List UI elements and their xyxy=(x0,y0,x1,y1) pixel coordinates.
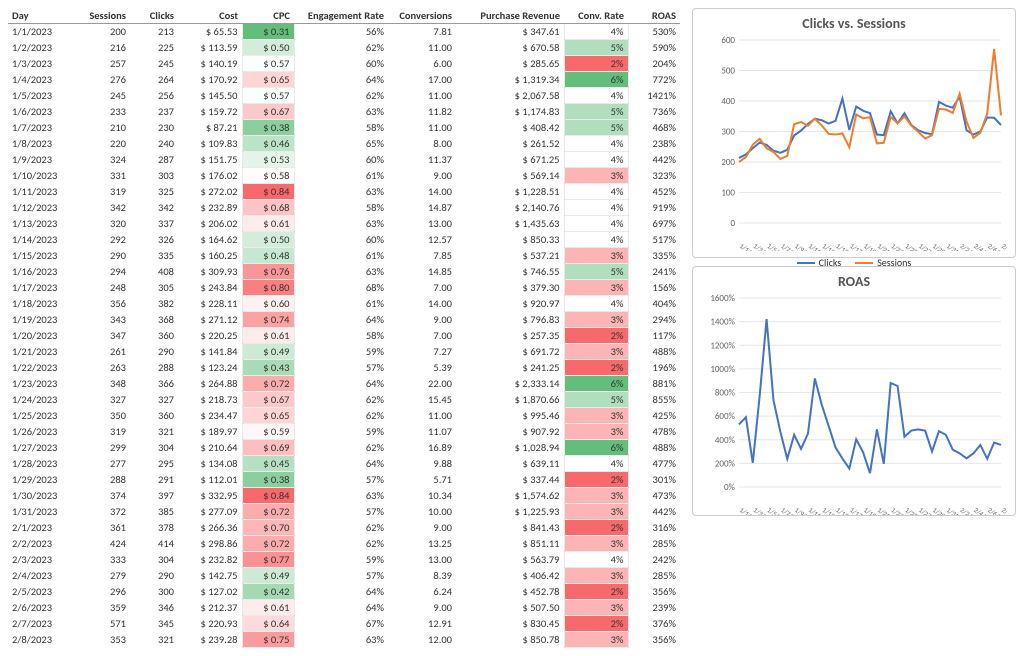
table-row: 1/12/2023342342$ 232.89$ 0.6858%14.87$ 2… xyxy=(8,200,680,216)
table-row: 1/26/2023319321$ 189.97$ 0.5959%11.07$ 9… xyxy=(8,424,680,440)
chart-roas: ROAS 0% 200% 400% 600% 800% 1000% 1200% 1400% 16… xyxy=(692,266,1016,516)
table-row: 1/7/2023210230$ 87.21$ 0.3858%11.00$ 408… xyxy=(8,120,680,136)
table-row: 2/2/2023424414$ 298.86$ 0.7262%13.25$ 85… xyxy=(8,536,680,552)
svg-text:0%: 0% xyxy=(724,482,736,493)
table-row: 1/25/2023350360$ 234.47$ 0.6562%11.00$ 9… xyxy=(8,408,680,424)
table-row: 2/5/2023296300$ 127.02$ 0.4264%6.24$ 452… xyxy=(8,584,680,600)
table-row: 1/29/2023288291$ 112.01$ 0.3857%5.71$ 33… xyxy=(8,472,680,488)
table-row: 1/19/2023343368$ 271.12$ 0.7464%9.00$ 79… xyxy=(8,312,680,328)
table-row: 1/9/2023324287$ 151.75$ 0.5360%11.37$ 67… xyxy=(8,152,680,168)
table-row: 1/11/2023319325$ 272.02$ 0.8463%14.00$ 1… xyxy=(8,184,680,200)
table-row: 1/20/2023347360$ 220.25$ 0.6158%7.00$ 25… xyxy=(8,328,680,344)
svg-text:300: 300 xyxy=(721,127,735,138)
col-clicks: Clicks xyxy=(130,8,178,24)
col-day: Day xyxy=(8,8,76,24)
metrics-table: DaySessionsClicksCostCPCEngagement RateC… xyxy=(8,8,680,648)
table-row: 1/27/2023299304$ 210.64$ 0.6962%16.89$ 1… xyxy=(8,440,680,456)
col-cost: Cost xyxy=(178,8,242,24)
table-row: 1/10/2023331303$ 176.02$ 0.5861%9.00$ 56… xyxy=(8,168,680,184)
table-row: 1/23/2023348366$ 264.88$ 0.7264%22.00$ 2… xyxy=(8,376,680,392)
svg-text:1200%: 1200% xyxy=(710,340,735,351)
svg-text:500: 500 xyxy=(721,66,735,77)
svg-text:600: 600 xyxy=(721,36,735,46)
table-row: 1/1/2023200213$ 65.53$ 0.3156%7.81$ 347.… xyxy=(8,24,680,40)
table-row: 1/8/2023220240$ 109.83$ 0.4665%8.00$ 261… xyxy=(8,136,680,152)
table-row: 1/22/2023263288$ 123.24$ 0.4357%5.39$ 24… xyxy=(8,360,680,376)
svg-text:0: 0 xyxy=(730,218,735,229)
svg-text:600%: 600% xyxy=(715,411,736,422)
table-row: 1/28/2023277295$ 134.08$ 0.4564%9.88$ 63… xyxy=(8,456,680,472)
table-row: 1/4/2023276264$ 170.92$ 0.6564%17.00$ 1,… xyxy=(8,72,680,88)
table-row: 1/17/2023248305$ 243.84$ 0.8068%7.00$ 37… xyxy=(8,280,680,296)
col-roas: ROAS xyxy=(628,8,680,24)
table-row: 1/5/2023245256$ 145.50$ 0.5762%11.00$ 2,… xyxy=(8,88,680,104)
table-row: 1/30/2023374397$ 332.95$ 0.8463%10.34$ 1… xyxy=(8,488,680,504)
col-sessions: Sessions xyxy=(76,8,130,24)
table-row: 1/18/2023356382$ 228.11$ 0.6061%14.00$ 9… xyxy=(8,296,680,312)
svg-text:400%: 400% xyxy=(715,435,736,446)
svg-text:100: 100 xyxy=(721,188,735,199)
col-engagement-rate: Engagement Rate xyxy=(294,8,388,24)
table-row: 1/13/2023320337$ 206.02$ 0.6163%13.00$ 1… xyxy=(8,216,680,232)
table-row: 2/6/2023359346$ 212.37$ 0.6164%9.00$ 507… xyxy=(8,600,680,616)
table-row: 2/3/2023333304$ 232.82$ 0.7759%13.00$ 56… xyxy=(8,552,680,568)
table-row: 2/4/2023279290$ 142.75$ 0.4957%8.39$ 406… xyxy=(8,568,680,584)
table-row: 1/15/2023290335$ 160.25$ 0.4861%7.85$ 53… xyxy=(8,248,680,264)
table-row: 1/16/2023294408$ 309.93$ 0.7663%14.85$ 7… xyxy=(8,264,680,280)
chart-title: ROAS xyxy=(701,273,1007,290)
chart-clicks-sessions: Clicks vs. Sessions 01002003004005006001… xyxy=(692,8,1016,258)
chart-title: Clicks vs. Sessions xyxy=(701,15,1007,32)
table-row: 1/3/2023257245$ 140.19$ 0.5760%6.00$ 285… xyxy=(8,56,680,72)
svg-text:400: 400 xyxy=(721,96,735,107)
table-row: 1/14/2023292326$ 164.62$ 0.5060%12.57$ 8… xyxy=(8,232,680,248)
table-row: 2/8/2023353321$ 239.28$ 0.7563%12.00$ 85… xyxy=(8,632,680,648)
svg-text:1600%: 1600% xyxy=(710,294,735,304)
table-row: 1/6/2023233237$ 159.72$ 0.6763%11.82$ 1,… xyxy=(8,104,680,120)
table-row: 1/2/2023216225$ 113.59$ 0.5062%11.00$ 67… xyxy=(8,40,680,56)
svg-text:1400%: 1400% xyxy=(710,317,735,328)
col-conversions: Conversions xyxy=(388,8,456,24)
table-row: 1/21/2023261290$ 141.84$ 0.4959%7.27$ 69… xyxy=(8,344,680,360)
col-conv-rate: Conv. Rate xyxy=(564,8,628,24)
table-row: 2/1/2023361378$ 266.36$ 0.7062%9.00$ 841… xyxy=(8,520,680,536)
svg-text:200: 200 xyxy=(721,157,735,168)
svg-text:800%: 800% xyxy=(715,388,736,399)
col-purchase-revenue: Purchase Revenue xyxy=(456,8,564,24)
table-row: 2/7/2023571345$ 220.93$ 0.6467%12.91$ 83… xyxy=(8,616,680,632)
table-row: 1/31/2023372385$ 277.09$ 0.7257%10.00$ 1… xyxy=(8,504,680,520)
col-cpc: CPC xyxy=(242,8,294,24)
svg-text:200%: 200% xyxy=(715,458,736,469)
table-row: 1/24/2023327327$ 218.73$ 0.6762%15.45$ 1… xyxy=(8,392,680,408)
svg-text:1000%: 1000% xyxy=(710,364,735,375)
